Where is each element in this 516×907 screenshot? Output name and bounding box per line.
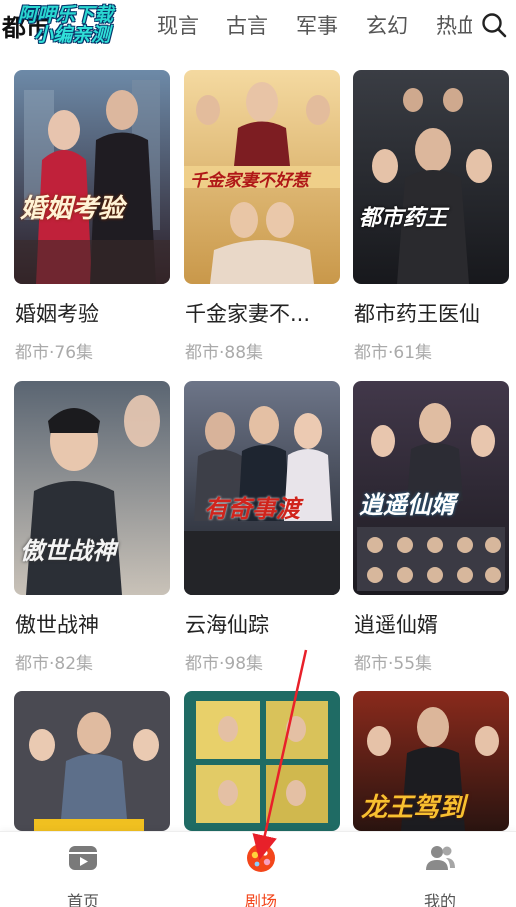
drama-meta: 都市·98集 xyxy=(185,654,264,674)
watermark: 阿呷乐下载 小编亲测 xyxy=(18,4,114,46)
poster-image: 千金家妻不好惹 xyxy=(184,70,340,284)
tab-junshi[interactable]: 军事 xyxy=(296,10,338,40)
poster-title: 婚姻考验 xyxy=(20,194,125,224)
bottom-nav: 首页 剧场 我的 xyxy=(0,831,516,907)
drama-card[interactable]: 婚姻考验 婚姻考验 都市·76集 xyxy=(14,70,170,363)
play-card-icon xyxy=(69,846,97,870)
category-bar: 都市 现言 古言 军事 玄幻 热血 阿呷乐下载 小编亲测 xyxy=(0,0,516,54)
drama-card[interactable]: 千金家妻不好惹 千金家妻不... 都市·88集 xyxy=(184,70,340,363)
search-icon[interactable] xyxy=(480,11,508,39)
drama-card[interactable]: 龙王驾到 xyxy=(353,691,509,831)
poster-title: 傲世战神 xyxy=(20,537,116,565)
drama-meta: 都市·61集 xyxy=(354,343,433,363)
watermark-line2: 小编亲测 xyxy=(34,23,111,46)
drama-title: 千金家妻不... xyxy=(185,302,311,326)
tab-xuanhuan[interactable]: 玄幻 xyxy=(366,10,408,40)
poster-image: 逍遥仙婿 xyxy=(353,381,509,595)
drama-card[interactable]: 有奇事渡 云海仙踪 都市·98集 xyxy=(184,381,340,674)
drama-card[interactable]: 傲世战神 傲世战神 都市·82集 xyxy=(14,381,170,674)
drama-meta: 都市·88集 xyxy=(185,343,264,363)
drama-meta: 都市·82集 xyxy=(15,654,94,674)
drama-title: 傲世战神 xyxy=(15,613,99,637)
drama-card[interactable] xyxy=(14,691,170,831)
poster-image xyxy=(184,691,340,831)
nav-theater-label: 剧场 xyxy=(244,892,277,907)
poster-image: 龙王驾到 xyxy=(353,691,509,831)
drama-title: 婚姻考验 xyxy=(15,302,99,326)
drama-title: 都市药王医仙 xyxy=(354,302,480,326)
poster-title: 千金家妻不好惹 xyxy=(190,171,309,191)
poster-title: 都市药王 xyxy=(359,206,448,231)
tab-xianyan[interactable]: 现言 xyxy=(157,10,199,40)
drama-title: 云海仙踪 xyxy=(185,613,269,637)
drama-meta: 都市·76集 xyxy=(15,343,94,363)
drama-card[interactable] xyxy=(184,691,340,831)
nav-profile-label: 我的 xyxy=(423,892,456,907)
drama-card[interactable]: 逍遥仙婿 逍遥仙婿 都市·55集 xyxy=(353,381,509,674)
nav-profile[interactable]: 我的 xyxy=(390,842,490,907)
nav-home[interactable]: 首页 xyxy=(33,842,133,907)
nav-home-label: 首页 xyxy=(66,892,99,907)
drama-card[interactable]: 都市药王 都市药王医仙 都市·61集 xyxy=(353,70,509,363)
poster-title: 龙王驾到 xyxy=(361,793,466,823)
tab-rexue[interactable]: 热血 xyxy=(436,10,472,40)
nav-theater[interactable]: 剧场 xyxy=(211,842,311,907)
poster-image: 婚姻考验 xyxy=(14,70,170,284)
tab-guyan[interactable]: 古言 xyxy=(226,10,268,40)
poster-title: 逍遥仙婿 xyxy=(359,491,455,519)
drama-title: 逍遥仙婿 xyxy=(354,613,438,637)
poster-image: 有奇事渡 xyxy=(184,381,340,595)
poster-image: 都市药王 xyxy=(353,70,509,284)
drama-meta: 都市·55集 xyxy=(354,654,433,674)
poster-title: 有奇事渡 xyxy=(204,495,300,523)
poster-image: 傲世战神 xyxy=(14,381,170,595)
theater-icon xyxy=(247,844,275,872)
poster-image xyxy=(14,691,170,831)
users-icon xyxy=(426,846,455,870)
watermark-line1: 阿呷乐下载 xyxy=(18,4,114,26)
